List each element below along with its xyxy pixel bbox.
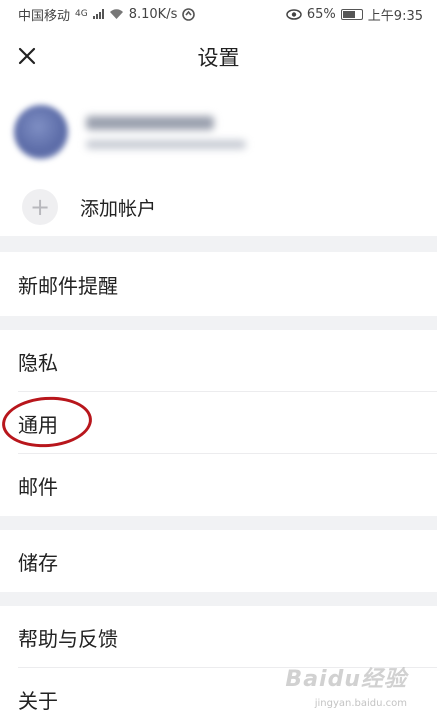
eye-icon [286, 8, 302, 20]
avatar [14, 105, 68, 159]
carrier-label: 中国移动 [18, 8, 71, 24]
account-info-blurred [86, 115, 246, 149]
signal-icon [92, 9, 104, 19]
menu-label-mail: 邮件 [18, 474, 58, 499]
account-row[interactable] [0, 86, 437, 178]
add-account-button[interactable]: + 添加帐户 [0, 178, 437, 236]
menu-label-about: 关于 [18, 688, 58, 713]
battery-icon [340, 8, 363, 20]
menu-item-storage[interactable]: 储存 [0, 530, 437, 592]
section-gap [0, 592, 437, 606]
wifi-icon [109, 9, 123, 19]
clock: 上午9:35 [367, 8, 423, 24]
network-speed: 8.10K/s [128, 6, 178, 22]
plus-icon: + [22, 189, 58, 225]
baidu-watermark: Baidu经验 [285, 667, 407, 692]
close-icon[interactable] [16, 45, 38, 67]
title-bar: 设置 [0, 28, 437, 86]
page-title: 设置 [197, 46, 240, 70]
menu-label-privacy: 隐私 [18, 350, 58, 375]
menu-item-new-mail-alert[interactable]: 新邮件提醒 [0, 252, 437, 316]
add-account-label: 添加帐户 [80, 197, 157, 220]
status-bar: 中国移动 4G 8.10K/s 65% 上午9:35 [0, 0, 437, 28]
section-gap [0, 516, 437, 530]
account-email-blurred [86, 139, 246, 149]
sync-icon [182, 7, 196, 21]
menu-item-mail[interactable]: 邮件 [0, 454, 437, 516]
baidu-watermark-url: jingyan.baidu.com [314, 698, 407, 709]
menu-label-new-mail-alert: 新邮件提醒 [18, 273, 118, 298]
battery-percent: 65% [306, 6, 336, 22]
section-gap [0, 316, 437, 330]
menu-item-help-feedback[interactable]: 帮助与反馈 [0, 606, 437, 668]
account-name-blurred [86, 115, 214, 130]
menu-item-privacy[interactable]: 隐私 [0, 330, 437, 392]
network-type: 4G [75, 9, 88, 19]
menu-label-help-feedback: 帮助与反馈 [18, 626, 118, 651]
section-gap [0, 236, 437, 252]
menu-label-storage: 储存 [18, 550, 58, 575]
